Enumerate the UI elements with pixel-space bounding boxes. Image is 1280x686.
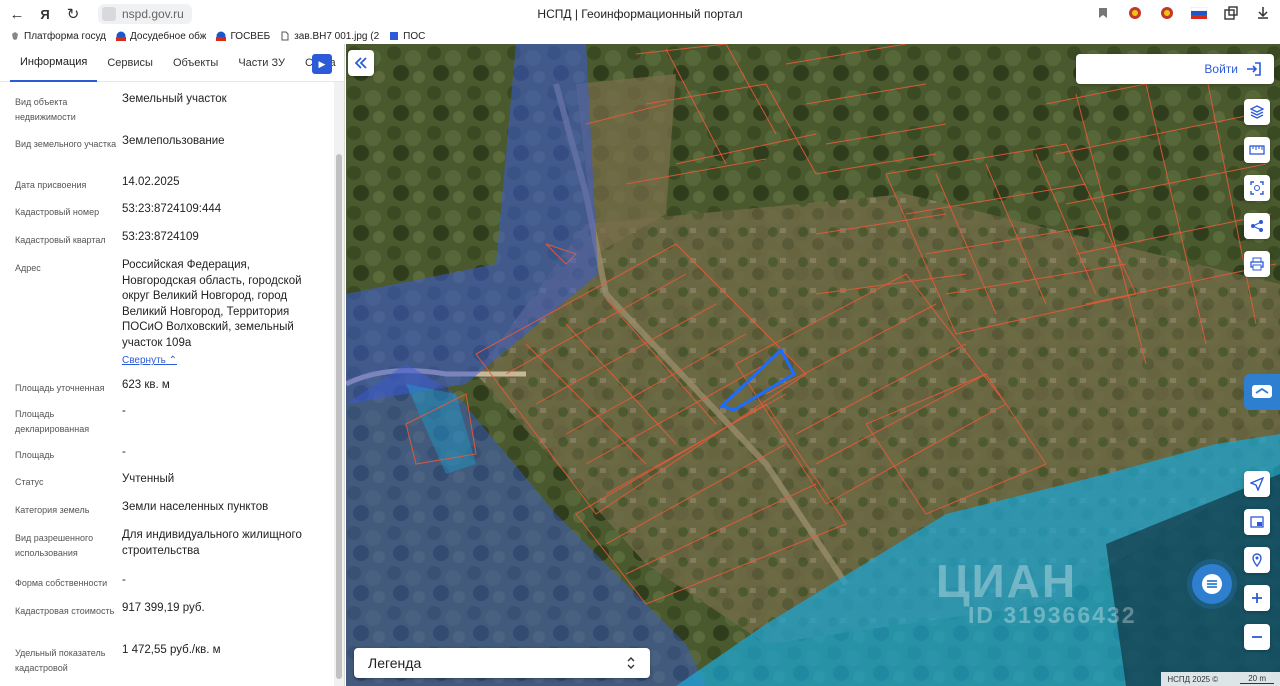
site-info-icon[interactable] bbox=[102, 7, 116, 21]
bookmark-item[interactable]: ПОС bbox=[389, 31, 425, 42]
flag-icon bbox=[116, 31, 127, 41]
yandex-icon[interactable]: Я bbox=[34, 3, 56, 25]
minimap-button[interactable] bbox=[1244, 509, 1270, 535]
extension-emblem-icon-2[interactable] bbox=[1158, 4, 1176, 22]
image-icon bbox=[390, 32, 399, 40]
attr-row: Удельный показатель кадастровой 1 472,55… bbox=[15, 644, 221, 673]
locate-button[interactable] bbox=[1244, 471, 1270, 497]
bookmark-item[interactable]: Досудебное обж bbox=[116, 31, 206, 42]
select-area-button[interactable] bbox=[1244, 175, 1270, 201]
layers-button[interactable] bbox=[1244, 99, 1270, 125]
print-icon bbox=[1250, 257, 1264, 271]
ruler-button[interactable] bbox=[1244, 137, 1270, 163]
tabs-scroll-right-icon[interactable]: ▶ bbox=[312, 54, 332, 74]
legend-dropdown[interactable]: Легенда bbox=[354, 648, 650, 678]
address-value: Российская Федерация, Новгородская облас… bbox=[122, 259, 302, 349]
attr-row: Вид земельного участка Землепользование bbox=[15, 135, 225, 149]
attr-row: Кадастровый номер 53:23:8724109:444 bbox=[15, 203, 222, 217]
scrollbar-thumb[interactable] bbox=[336, 154, 342, 679]
chat-menu-icon bbox=[1202, 574, 1222, 594]
url-text: nspd.gov.ru bbox=[122, 7, 184, 21]
back-icon[interactable]: ← bbox=[6, 3, 28, 25]
minus-icon bbox=[1252, 636, 1262, 638]
attr-row: Вид разрешенного использования Для индив… bbox=[15, 529, 302, 558]
bookmark-item[interactable]: зав.ВН7 001.jpg (2 bbox=[280, 31, 379, 42]
downloads-icon[interactable] bbox=[1254, 4, 1272, 22]
chevron-up-icon: ⌃ bbox=[168, 355, 178, 366]
double-chevron-left-icon bbox=[354, 57, 367, 69]
feedback-icon bbox=[1252, 385, 1272, 398]
attr-row: Площадь декларированная - bbox=[15, 405, 126, 434]
share-icon bbox=[1251, 220, 1263, 232]
attr-row: Кадастровая стоимость 917 399,19 руб. bbox=[15, 602, 205, 616]
tab-objects[interactable]: Объекты bbox=[163, 44, 228, 82]
attr-row: Кадастровый квартал 53:23:8724109 bbox=[15, 231, 199, 245]
address-bar[interactable]: nspd.gov.ru bbox=[98, 4, 192, 24]
location-pin-icon bbox=[1252, 553, 1262, 567]
attr-row: Статус Учтенный bbox=[15, 473, 175, 487]
attr-row: Категория земель Земли населенных пункто… bbox=[15, 501, 269, 515]
tab-parts[interactable]: Части ЗУ bbox=[228, 44, 295, 82]
chat-button[interactable] bbox=[1192, 564, 1232, 604]
select-area-icon bbox=[1250, 181, 1264, 195]
zoom-out-button[interactable] bbox=[1244, 624, 1270, 650]
layers-icon bbox=[1250, 105, 1264, 119]
attr-row-address: Адрес Российская Федерация, Новгородская… bbox=[0, 258, 335, 378]
attributes-list: Вид объекта недвижимости Земельный участ… bbox=[0, 92, 335, 683]
bookmark-item[interactable]: Платформа госуд bbox=[10, 31, 106, 42]
page-title: НСПД | Геоинформационный портал bbox=[537, 7, 743, 21]
zoom-in-button[interactable] bbox=[1244, 585, 1270, 611]
minimap-icon bbox=[1250, 516, 1264, 528]
attr-row: Вид объекта недвижимости Земельный участ… bbox=[15, 93, 227, 122]
share-button[interactable] bbox=[1244, 213, 1270, 239]
watermark: ЦИАН ID 319366432 bbox=[936, 555, 1137, 628]
login-icon bbox=[1247, 62, 1261, 76]
collapse-panel-button[interactable] bbox=[348, 50, 374, 76]
panel-tabs: Информация Сервисы Объекты Части ЗУ Сост… bbox=[0, 44, 344, 82]
login-button[interactable]: Войти bbox=[1076, 54, 1274, 84]
collapse-link[interactable]: Свернуть ⌃ bbox=[122, 353, 177, 369]
map-imagery[interactable] bbox=[346, 44, 1280, 686]
navigation-arrow-icon bbox=[1250, 477, 1264, 491]
extensions-icon[interactable] bbox=[1222, 4, 1240, 22]
attr-row: Дата присвоения 14.02.2025 bbox=[15, 176, 180, 190]
attr-row: Площадь уточненная 623 кв. м bbox=[15, 379, 170, 393]
browser-toolbar: ← Я ↻ nspd.gov.ru НСПД | Геоинформационн… bbox=[0, 0, 1280, 28]
attr-row: Форма собственности - bbox=[15, 574, 126, 588]
file-icon bbox=[281, 31, 289, 41]
print-button[interactable] bbox=[1244, 251, 1270, 277]
feedback-button[interactable] bbox=[1244, 374, 1280, 410]
info-panel: Информация Сервисы Объекты Части ЗУ Сост… bbox=[0, 44, 345, 686]
chevron-updown-icon bbox=[627, 657, 635, 669]
map-canvas[interactable]: ЦИАН ID 319366432 Войти Легенда НСПД 202… bbox=[346, 44, 1280, 686]
attr-row: Площадь - bbox=[15, 446, 126, 460]
plus-icon bbox=[1252, 593, 1262, 603]
reload-icon[interactable]: ↻ bbox=[62, 3, 84, 25]
ruler-icon bbox=[1249, 145, 1265, 155]
bookmark-icon[interactable] bbox=[1094, 4, 1112, 22]
emblem-icon bbox=[12, 32, 18, 40]
flag-icon bbox=[216, 31, 227, 41]
geolocation-button[interactable] bbox=[1244, 547, 1270, 573]
extension-emblem-icon[interactable] bbox=[1126, 4, 1144, 22]
bookmark-item[interactable]: ГОСВЕБ bbox=[216, 31, 270, 42]
tab-information[interactable]: Информация bbox=[10, 44, 98, 82]
russia-flag-icon[interactable] bbox=[1190, 4, 1208, 22]
scale-bar: НСПД 2025 © 20 m bbox=[1161, 672, 1280, 686]
tab-services[interactable]: Сервисы bbox=[97, 44, 163, 82]
bookmarks-bar: Платформа госуд Досудебное обж ГОСВЕБ за… bbox=[0, 28, 1280, 44]
